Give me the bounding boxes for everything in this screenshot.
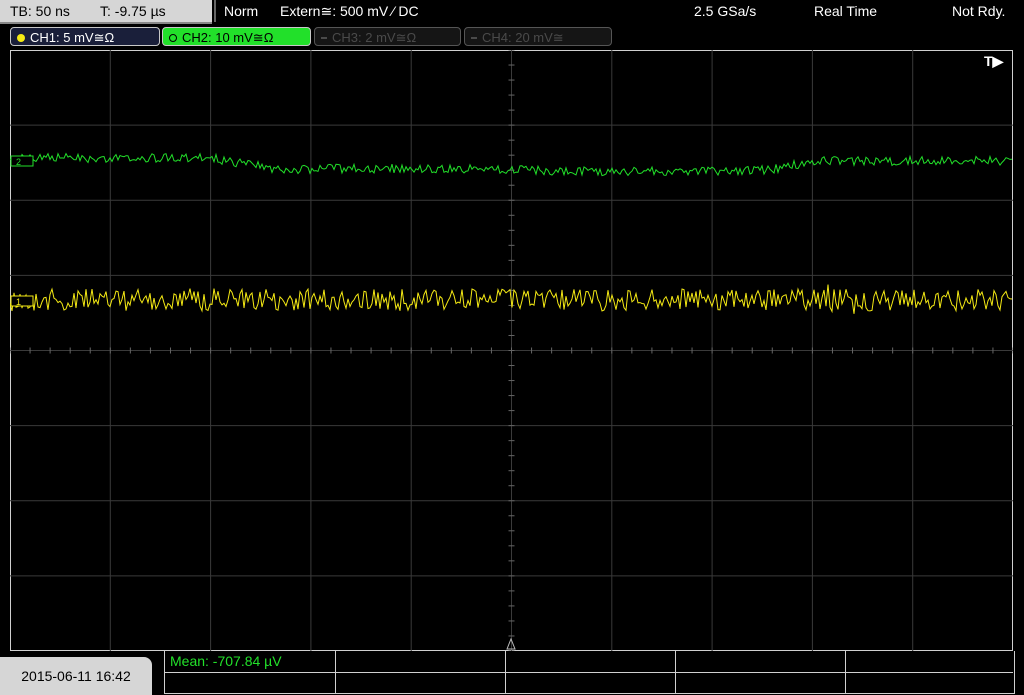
acquisition-mode[interactable]: Real Time bbox=[814, 0, 877, 22]
channel-2-indicator-icon bbox=[169, 33, 177, 42]
acquisition-status: Not Rdy. bbox=[952, 3, 1006, 19]
channel-1-offset-marker[interactable]: 1 bbox=[10, 295, 34, 307]
measurement-cell-empty[interactable] bbox=[675, 672, 846, 693]
channel-1-indicator-icon bbox=[17, 33, 25, 42]
channel-2-offset-marker[interactable]: 2 bbox=[10, 155, 34, 167]
status-bar: TB: 50 ns T: -9.75 µs Norm Extern≅: 500 … bbox=[0, 0, 1024, 24]
channel-3-label: CH3: 2 mV≅Ω bbox=[332, 30, 417, 45]
trigger-mode[interactable]: Norm bbox=[224, 0, 258, 22]
channel-bar: CH1: 5 mV≅Ω CH2: 10 mV≅Ω CH3: 2 mV≅Ω CH4… bbox=[0, 24, 1024, 50]
status-divider bbox=[214, 0, 216, 22]
timebase-value: TB: 50 ns bbox=[10, 3, 70, 19]
measurement-cell-empty[interactable] bbox=[845, 672, 1013, 693]
measurement-cell-empty[interactable] bbox=[335, 672, 506, 693]
mean-measurement: Mean: -707.84 µV bbox=[170, 653, 282, 669]
channel-3-indicator-icon bbox=[321, 36, 327, 39]
trigger-source[interactable]: Extern≅: 500 mV ⁄ DC bbox=[280, 0, 419, 22]
measurement-cell-empty[interactable] bbox=[505, 672, 676, 693]
channel-2-tab[interactable]: CH2: 10 mV≅Ω bbox=[162, 27, 311, 46]
channel-4-label: CH4: 20 mV≅ bbox=[482, 30, 564, 45]
sample-rate: 2.5 GSa/s bbox=[694, 3, 757, 19]
datetime-display: 2015-06-11 16:42 bbox=[0, 657, 152, 695]
channel-4-tab[interactable]: CH4: 20 mV≅ bbox=[464, 27, 612, 46]
channel-1-tab[interactable]: CH1: 5 mV≅Ω bbox=[10, 27, 160, 46]
channel-1-marker-label: 1 bbox=[16, 297, 21, 307]
waveform-display[interactable]: 2 1 T▶ bbox=[10, 50, 1013, 651]
trigger-position-marker[interactable]: T▶ bbox=[984, 53, 1005, 69]
measurement-cell-empty[interactable] bbox=[505, 651, 676, 673]
channel-2-label: CH2: 10 mV≅Ω bbox=[182, 30, 274, 45]
measurement-cell-empty[interactable] bbox=[675, 651, 846, 673]
channel-1-label: CH1: 5 mV≅Ω bbox=[30, 30, 115, 45]
measurement-cell-empty[interactable] bbox=[335, 651, 506, 673]
timebase-panel[interactable]: TB: 50 ns T: -9.75 µs bbox=[0, 0, 212, 24]
measurement-cell-empty[interactable] bbox=[165, 672, 336, 693]
channel-2-marker-label: 2 bbox=[16, 157, 21, 167]
bottom-bar: 2015-06-11 16:42 Mean: -707.84 µV bbox=[0, 651, 1024, 695]
channel-3-tab[interactable]: CH3: 2 mV≅Ω bbox=[314, 27, 461, 46]
trigger-time-value: T: -9.75 µs bbox=[100, 3, 166, 19]
channel-4-indicator-icon bbox=[471, 36, 477, 39]
measurement-table: Mean: -707.84 µV bbox=[164, 651, 1015, 694]
measurement-cell-empty[interactable] bbox=[845, 651, 1013, 673]
waveform-canvas: 2 1 T▶ bbox=[10, 50, 1013, 651]
measurement-cell[interactable]: Mean: -707.84 µV bbox=[165, 651, 336, 673]
